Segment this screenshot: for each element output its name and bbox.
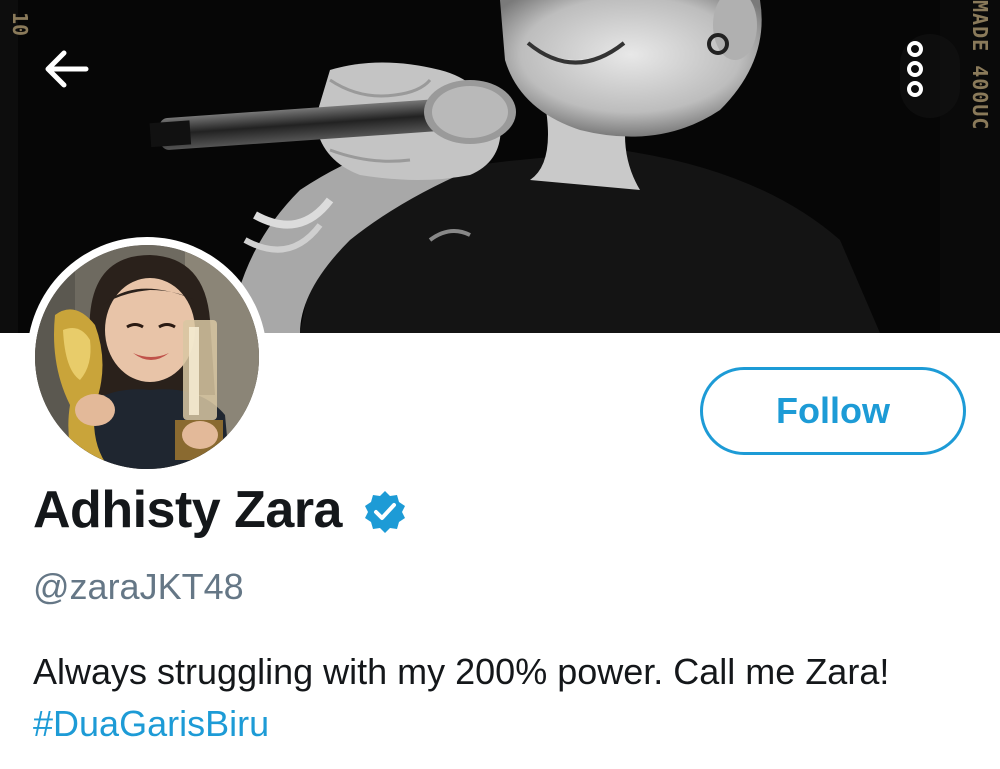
avatar-photo	[35, 245, 259, 469]
user-handle: @zaraJKT48	[33, 566, 244, 607]
profile-avatar[interactable]	[27, 237, 267, 477]
profile-bio: Always struggling with my 200% power. Ca…	[33, 646, 963, 750]
more-options-button[interactable]	[900, 34, 960, 118]
display-name: Adhisty Zara	[33, 481, 342, 539]
arrow-left-icon	[45, 50, 89, 88]
profile-name-row: Adhisty Zara	[33, 480, 408, 540]
film-edge-text-left: 10	[8, 12, 32, 37]
verified-badge-icon	[364, 491, 405, 533]
back-button[interactable]	[40, 42, 116, 118]
bio-text: Always struggling with my 200% power. Ca…	[33, 651, 890, 692]
more-vertical-icon	[907, 41, 923, 97]
avatar-illustration	[35, 245, 259, 469]
follow-button[interactable]: Follow	[700, 367, 966, 455]
film-edge-text-right: MADE 400UC	[968, 0, 992, 131]
bio-hashtag-link[interactable]: #DuaGarisBiru	[33, 703, 269, 744]
